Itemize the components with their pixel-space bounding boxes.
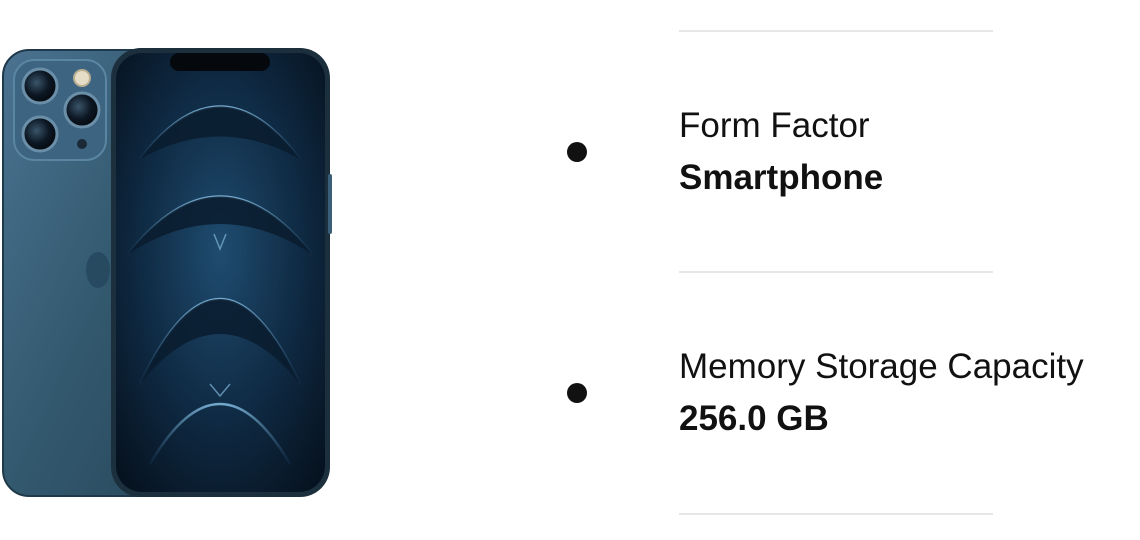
divider-top [679,30,993,32]
divider-bottom [679,513,993,515]
attribute-label-memory-storage: Memory Storage Capacity [679,347,1084,386]
divider-middle [679,271,993,273]
attribute-label-form-factor: Form Factor [679,106,870,145]
attribute-value-form-factor: Smartphone [679,158,884,197]
smartphone-icon [2,48,332,497]
attribute-value-memory-storage: 256.0 GB [679,399,829,438]
bullet-icon [567,383,587,403]
bullet-icon [567,142,587,162]
product-image [0,44,335,499]
